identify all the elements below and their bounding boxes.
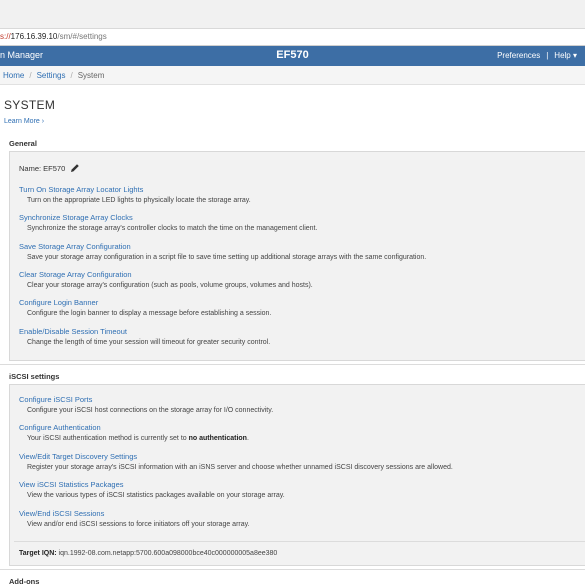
locator-lights-link[interactable]: Turn On Storage Array Locator Lights (19, 185, 251, 195)
iscsi-item: View iSCSI Statistics Packages View the … (19, 480, 285, 501)
save-config-link[interactable]: Save Storage Array Configuration (19, 242, 426, 252)
locator-lights-desc: Turn on the appropriate LED lights to ph… (27, 197, 251, 204)
login-banner-link[interactable]: Configure Login Banner (19, 298, 271, 308)
general-item: Synchronize Storage Array Clocks Synchro… (19, 213, 317, 234)
iscsi-item: Configure Authentication Your iSCSI auth… (19, 423, 249, 444)
breadcrumb-settings[interactable]: Settings (37, 71, 66, 80)
address-bar[interactable]: s://176.16.39.10/sm/#/settings (0, 29, 585, 46)
help-menu[interactable]: Help (554, 51, 570, 60)
header-separator: | (546, 51, 549, 60)
array-name-row: Name: EF570 (19, 163, 80, 175)
clear-config-link[interactable]: Clear Storage Array Configuration (19, 270, 313, 280)
save-config-desc: Save your storage array configuration in… (27, 254, 427, 261)
url-host: 176.16.39.10 (10, 32, 58, 41)
sync-clocks-link[interactable]: Synchronize Storage Array Clocks (19, 213, 317, 223)
general-item: Configure Login Banner Configure the log… (19, 298, 271, 319)
authentication-desc-end: . (246, 435, 249, 442)
target-iqn: Target IQN: iqn.1992-08.com.netapp:5700.… (19, 550, 277, 557)
breadcrumb-slash: / (29, 71, 32, 80)
preferences-link[interactable]: Preferences (497, 51, 540, 60)
breadcrumb-home[interactable]: Home (3, 71, 24, 80)
app-header: n Manager EF570 Preferences | Help ▾ (0, 46, 585, 66)
section-divider (0, 364, 585, 365)
browser-toolbar (0, 0, 585, 29)
breadcrumb-slash: / (70, 71, 73, 80)
general-item: Clear Storage Array Configuration Clear … (19, 270, 313, 291)
iscsi-sessions-desc: View and/or end iSCSI sessions to force … (27, 521, 250, 528)
url-protocol: s:// (0, 32, 11, 41)
learn-more-link[interactable]: Learn More › (4, 118, 44, 125)
sync-clocks-desc: Synchronize the storage array's controll… (27, 225, 318, 232)
iscsi-ports-link[interactable]: Configure iSCSI Ports (19, 395, 273, 405)
target-discovery-desc: Register your storage array's iSCSI info… (27, 464, 453, 471)
session-timeout-desc: Change the length of time your session w… (27, 339, 271, 346)
pencil-icon[interactable] (70, 163, 80, 175)
authentication-method: no authentication (188, 435, 247, 442)
authentication-desc-text: Your iSCSI authentication method is curr… (27, 435, 189, 442)
general-item: Save Storage Array Configuration Save yo… (19, 242, 426, 263)
login-banner-desc: Configure the login banner to display a … (27, 310, 272, 317)
statistics-packages-link[interactable]: View iSCSI Statistics Packages (19, 480, 285, 490)
iscsi-item: Configure iSCSI Ports Configure your iSC… (19, 395, 273, 416)
general-heading: General (9, 139, 37, 148)
iscsi-sessions-link[interactable]: View/End iSCSI Sessions (19, 509, 250, 519)
iscsi-item: View/End iSCSI Sessions View and/or end … (19, 509, 250, 530)
clear-config-desc: Clear your storage array's configuration… (27, 282, 313, 289)
url-path: /sm/#/settings (57, 32, 107, 41)
general-item: Enable/Disable Session Timeout Change th… (19, 327, 270, 348)
authentication-link[interactable]: Configure Authentication (19, 423, 249, 433)
url-text[interactable]: s://176.16.39.10/sm/#/settings (0, 31, 107, 43)
chevron-down-icon[interactable]: ▾ (573, 51, 577, 60)
target-iqn-label: Target IQN: (19, 550, 57, 557)
breadcrumb-system: System (77, 71, 105, 80)
statistics-packages-desc: View the various types of iSCSI statisti… (27, 492, 285, 499)
iscsi-ports-desc: Configure your iSCSI host connections on… (27, 407, 274, 414)
iscsi-heading: iSCSI settings (9, 372, 60, 381)
header-menu: Preferences | Help ▾ (497, 51, 577, 60)
authentication-desc: Your iSCSI authentication method is curr… (27, 434, 249, 444)
target-discovery-link[interactable]: View/Edit Target Discovery Settings (19, 452, 453, 462)
iscsi-item: View/Edit Target Discovery Settings Regi… (19, 452, 453, 473)
target-iqn-value: iqn.1992-08.com.netapp:5700.600a098000bc… (56, 550, 278, 557)
page-title: SYSTEM (4, 98, 56, 112)
session-timeout-link[interactable]: Enable/Disable Session Timeout (19, 327, 270, 337)
general-item: Turn On Storage Array Locator Lights Tur… (19, 185, 251, 206)
iqn-divider (14, 541, 585, 542)
section-divider (0, 569, 585, 570)
breadcrumb: Home / Settings / System (0, 66, 585, 85)
array-name-label: Name: EF570 (19, 163, 66, 173)
